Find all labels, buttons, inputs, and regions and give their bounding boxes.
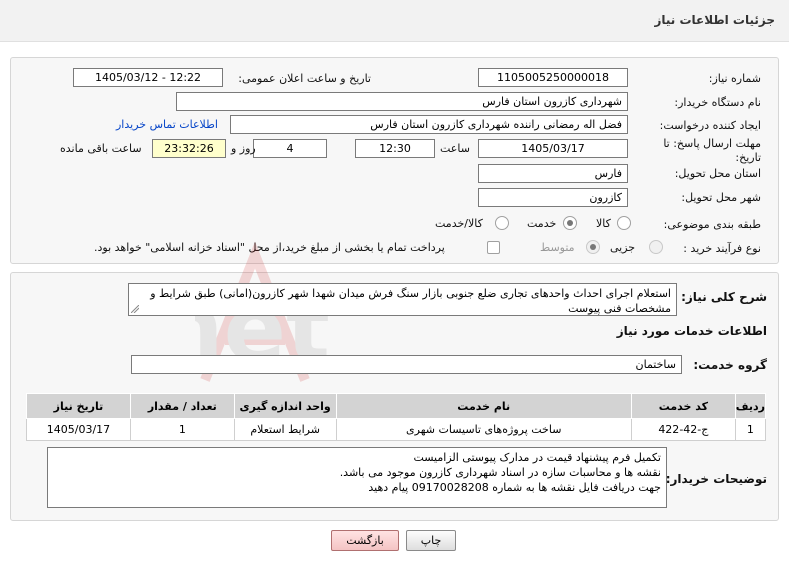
remaining-time-label: ساعت باقی مانده	[60, 142, 142, 155]
services-section-title: اطلاعات خدمات مورد نیاز	[616, 324, 767, 338]
col-header-service-code: کد خدمت	[630, 393, 736, 419]
requester-label: ایجاد کننده درخواست:	[659, 119, 761, 132]
remaining-time-field: 23:32:26	[152, 139, 226, 158]
buyer-org-label: نام دستگاه خریدار:	[674, 96, 761, 109]
days-label: روز و	[231, 142, 256, 155]
buyer-notes-line-1: تکمیل فرم پیشنهاد قیمت در مدارک پیوستی ا…	[413, 451, 661, 464]
resize-grip-icon[interactable]	[131, 305, 139, 313]
buyer-notes-line-3: جهت دریافت فایل نقشه ها به شماره 0917002…	[368, 481, 661, 494]
col-header-quantity: تعداد / مقدار	[129, 393, 235, 419]
announce-date-field: 1405/03/12 - 12:22	[73, 68, 223, 87]
treasury-checkbox[interactable]	[487, 241, 500, 254]
cell-unit: شرایط استعلام	[233, 418, 337, 441]
service-group-label: گروه خدمت:	[693, 358, 767, 372]
category-radio-goods[interactable]	[617, 216, 631, 230]
buyer-notes-label: توضیحات خریدار:	[665, 472, 767, 486]
services-table: ردیف کد خدمت نام خدمت واحد اندازه گیری ت…	[26, 393, 767, 441]
cell-service-name: ساخت پروژه‌های تاسیسات شهری	[335, 418, 632, 441]
print-button[interactable]: چاپ	[406, 530, 456, 551]
table-row: 1 ج-42-422 ساخت پروژه‌های تاسیسات شهری ش…	[26, 418, 767, 441]
col-header-need-date: تاریخ نیاز	[26, 393, 131, 419]
payment-note: پرداخت تمام یا بخشی از مبلغ خرید،از محل …	[94, 241, 445, 254]
cell-service-code: ج-42-422	[630, 418, 736, 441]
time-label: ساعت	[440, 142, 470, 155]
process-radio-medium[interactable]	[586, 240, 600, 254]
days-field: 4	[253, 139, 327, 158]
title-bar: جزئیات اطلاعات نیاز	[0, 0, 789, 42]
category-option-goods: کالا	[596, 217, 611, 230]
process-radio-minor[interactable]	[649, 240, 663, 254]
category-radio-goods-service[interactable]	[495, 216, 509, 230]
province-field: فارس	[478, 164, 628, 183]
buyer-contact-link[interactable]: اطلاعات تماس خریدار	[116, 118, 218, 131]
buyer-notes-textarea[interactable]: تکمیل فرم پیشنهاد قیمت در مدارک پیوستی ا…	[47, 447, 667, 508]
category-option-service: خدمت	[527, 217, 557, 230]
buyer-notes-line-2: نقشه ها و محاسبات سازه در اسناد شهرداری …	[339, 466, 661, 479]
announce-date-label: تاریخ و ساعت اعلان عمومی:	[238, 72, 371, 85]
deadline-label: مهلت ارسال پاسخ: تا تاریخ:	[663, 137, 761, 164]
category-label: طبقه بندی موضوعی:	[663, 218, 761, 231]
page-title: جزئیات اطلاعات نیاز	[654, 13, 775, 27]
process-option-minor: جزیی	[610, 241, 636, 254]
category-option-goods-service: کالا/خدمت	[435, 217, 483, 230]
province-label: استان محل تحویل:	[674, 167, 761, 180]
col-header-row-number: ردیف	[734, 393, 767, 419]
table-header-row: ردیف کد خدمت نام خدمت واحد اندازه گیری ت…	[26, 393, 767, 419]
requester-field: فضل اله رمضانی راننده شهرداری کازرون است…	[230, 115, 628, 134]
back-button[interactable]: بازگشت	[331, 530, 399, 551]
description-label: شرح کلی نیاز:	[681, 290, 767, 304]
cell-quantity: 1	[129, 418, 235, 441]
cell-need-date: 1405/03/17	[26, 418, 131, 441]
buyer-org-field: شهرداری کازرون استان فارس	[176, 92, 628, 111]
deadline-date-field: 1405/03/17	[478, 139, 628, 158]
city-label: شهر محل تحویل:	[681, 191, 761, 204]
process-option-medium: متوسط	[540, 241, 575, 254]
service-group-field: ساختمان	[131, 355, 682, 374]
description-textarea[interactable]: استعلام اجرای احداث واحدهای تجاری ضلع جن…	[128, 283, 677, 316]
category-radio-service[interactable]	[563, 216, 577, 230]
col-header-service-name: نام خدمت	[335, 393, 632, 419]
col-header-unit: واحد اندازه گیری	[233, 393, 337, 419]
need-number-label: شماره نیاز:	[708, 72, 761, 85]
process-label: نوع فرآیند خرید :	[683, 242, 761, 255]
cell-row-number: 1	[734, 418, 767, 441]
need-number-field: 1105005250000018	[478, 68, 628, 87]
description-text: استعلام اجرای احداث واحدهای تجاری ضلع جن…	[150, 287, 671, 315]
city-field: کازرون	[478, 188, 628, 207]
deadline-time-field: 12:30	[355, 139, 435, 158]
